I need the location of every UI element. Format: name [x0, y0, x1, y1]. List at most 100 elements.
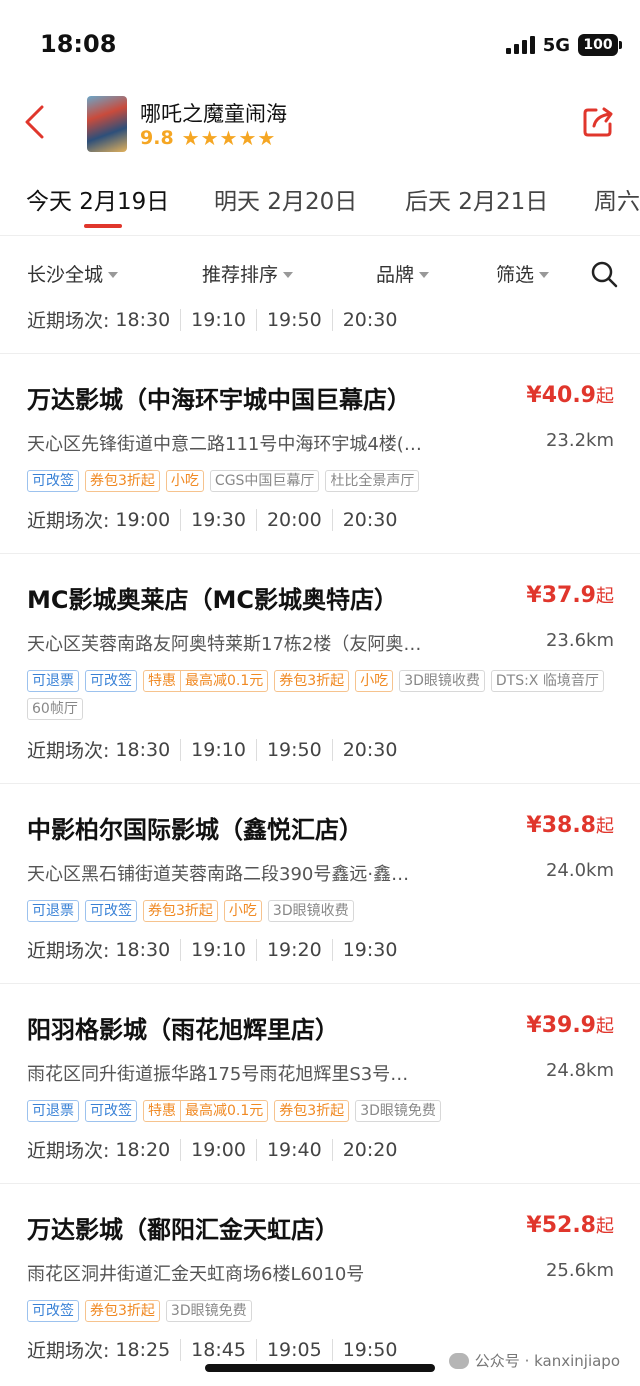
status-time: 18:08	[40, 30, 117, 58]
battery-icon: 100	[578, 34, 622, 56]
back-button[interactable]	[22, 102, 52, 142]
tag: 3D眼镜免费	[165, 1300, 252, 1322]
cinema-item[interactable]: 中影柏尔国际影城（鑫悦汇店） ¥38.8起 天心区黑石铺街道芙蓉南路二段390号…	[0, 783, 640, 983]
showtime[interactable]: 18:30	[109, 309, 180, 331]
cinema-price: ¥40.9起	[526, 382, 614, 408]
movie-poster[interactable]	[87, 96, 127, 152]
filter-area[interactable]: 长沙全城	[27, 260, 119, 287]
filter-sort[interactable]: 推荐排序	[202, 260, 294, 287]
cinema-price: ¥38.8起	[526, 812, 614, 838]
cinema-list: 近期场次: 18:30 19:10 19:50 20:30 万达影城（中海环宇城…	[0, 300, 640, 1386]
filter-options-label: 筛选	[496, 264, 535, 286]
tab-date-today[interactable]: 今天 2月19日	[26, 182, 169, 216]
cinema-price: ¥37.9起	[526, 582, 614, 608]
tag: 小吃	[355, 670, 394, 692]
price-value: ¥37.9	[526, 583, 596, 608]
rating-score: 9.8	[140, 127, 174, 149]
times-label: 近期场次:	[27, 1340, 110, 1362]
showtime[interactable]: 20:30	[331, 508, 408, 531]
showtimes: 近期场次: 18:30 19:10 19:20 19:30	[27, 936, 407, 963]
home-indicator[interactable]	[205, 1364, 435, 1372]
showtime[interactable]: 19:30	[331, 938, 408, 961]
network-label: 5G	[542, 34, 570, 56]
showtime[interactable]: 19:50	[255, 308, 332, 331]
showtime[interactable]: 19:00	[180, 1138, 256, 1161]
showtime[interactable]: 19:10	[180, 308, 256, 331]
cinema-name: 阳羽格影城（雨花旭辉里店）	[27, 1016, 339, 1044]
price-value: ¥40.9	[526, 383, 596, 408]
signal-icon	[505, 36, 535, 54]
price-value: ¥52.8	[526, 1213, 596, 1238]
showtime[interactable]: 20:30	[331, 308, 408, 331]
cinema-distance: 24.8km	[545, 1060, 614, 1081]
showtime[interactable]: 19:40	[255, 1138, 332, 1161]
showtime[interactable]: 19:20	[255, 938, 332, 961]
showtimes: 近期场次: 18:25 18:45 19:05 19:50	[27, 1336, 407, 1363]
showtime[interactable]: 19:05	[255, 1338, 332, 1361]
cinema-address: 天心区芙蓉南路友阿奥特莱斯17栋2楼（友阿奥…	[27, 634, 422, 655]
tag: 可改签	[85, 900, 137, 922]
tag: 可改签	[27, 1300, 79, 1322]
tag: 券包3折起	[85, 1300, 160, 1322]
movie-title[interactable]: 哪吒之魔童闹海	[140, 98, 287, 128]
tag: 券包3折起	[274, 670, 350, 692]
cinema-name: MC影城奥莱店（MC影城奥特店）	[27, 586, 398, 614]
cinema-item[interactable]: 万达影城（中海环宇城中国巨幕店） ¥40.9起 天心区先锋街道中意二路111号中…	[0, 353, 640, 553]
price-unit: 起	[596, 386, 614, 407]
showtime[interactable]: 20:00	[255, 508, 332, 531]
showtime[interactable]: 18:20	[109, 1139, 180, 1161]
showtime[interactable]: 18:25	[109, 1339, 180, 1361]
rating-stars-icon: ★★★★★	[181, 126, 277, 150]
filter-options[interactable]: 筛选	[496, 260, 550, 287]
wechat-icon	[448, 1352, 469, 1369]
showtime[interactable]: 20:20	[331, 1138, 408, 1161]
cinema-item[interactable]: MC影城奥莱店（MC影城奥特店） ¥37.9起 天心区芙蓉南路友阿奥特莱斯17栋…	[0, 553, 640, 783]
cinema-tags: 可退票 可改签 特惠 最高减0.1元 券包3折起 小吃 3D眼镜收费 DTS:X …	[27, 670, 620, 720]
status-icons: 5G 100	[505, 34, 622, 56]
tab-date-day-after[interactable]: 后天 2月21日	[405, 182, 548, 216]
partial-showtimes[interactable]: 近期场次: 18:30 19:10 19:50 20:30	[27, 306, 407, 333]
movie-rating: 9.8 ★★★★★	[140, 126, 276, 150]
showtime[interactable]: 19:10	[180, 938, 256, 961]
caret-down-icon	[419, 271, 430, 278]
cinema-item[interactable]: 阳羽格影城（雨花旭辉里店） ¥39.9起 雨花区同升街道振华路175号雨花旭辉里…	[0, 983, 640, 1183]
filter-brand[interactable]: 品牌	[376, 260, 430, 287]
tag: 券包3折起	[143, 900, 218, 922]
showtime[interactable]: 19:50	[331, 1338, 408, 1361]
showtime[interactable]: 19:50	[255, 738, 332, 761]
cinema-address: 天心区黑石铺街道芙蓉南路二段390号鑫远·鑫…	[27, 864, 410, 885]
cinema-price: ¥52.8起	[526, 1212, 614, 1238]
tag-part: 最高减0.1元	[180, 671, 267, 691]
tab-date-tomorrow[interactable]: 明天 2月20日	[214, 182, 357, 216]
cinema-distance: 24.0km	[545, 860, 614, 881]
cinema-distance: 23.2km	[545, 430, 614, 451]
tag-part: 特惠	[148, 673, 176, 689]
tag-part: 最高减0.1元	[180, 1101, 267, 1121]
cinema-name: 万达影城（中海环宇城中国巨幕店）	[27, 386, 411, 414]
price-unit: 起	[596, 586, 614, 607]
tag: 可改签	[85, 1100, 137, 1122]
tag: 可退票	[27, 1100, 79, 1122]
showtime[interactable]: 18:30	[109, 939, 180, 961]
chevron-left-icon	[25, 105, 44, 139]
showtimes: 近期场次: 18:30 19:10 19:50 20:30	[27, 736, 407, 763]
cinema-distance: 25.6km	[545, 1260, 614, 1281]
divider	[0, 235, 640, 236]
tab-date-saturday[interactable]: 周六	[594, 182, 640, 216]
tag: 小吃	[223, 900, 262, 922]
showtime[interactable]: 19:30	[180, 508, 256, 531]
showtime[interactable]: 18:45	[180, 1338, 256, 1361]
price-unit: 起	[596, 816, 614, 837]
tag: 可改签	[27, 470, 79, 492]
cinema-price: ¥39.9起	[526, 1012, 614, 1038]
search-button[interactable]	[590, 260, 618, 288]
showtime[interactable]: 19:10	[180, 738, 256, 761]
showtime[interactable]: 19:00	[109, 509, 180, 531]
price-value: ¥39.9	[526, 1013, 596, 1038]
cinema-address: 雨花区同升街道振华路175号雨花旭辉里S3号…	[27, 1064, 409, 1085]
cinema-address: 天心区先锋街道中意二路111号中海环宇城4楼(…	[27, 434, 422, 455]
showtime[interactable]: 18:30	[109, 739, 180, 761]
share-button[interactable]	[580, 104, 620, 144]
filter-area-label: 长沙全城	[27, 264, 104, 286]
showtime[interactable]: 20:30	[331, 738, 408, 761]
